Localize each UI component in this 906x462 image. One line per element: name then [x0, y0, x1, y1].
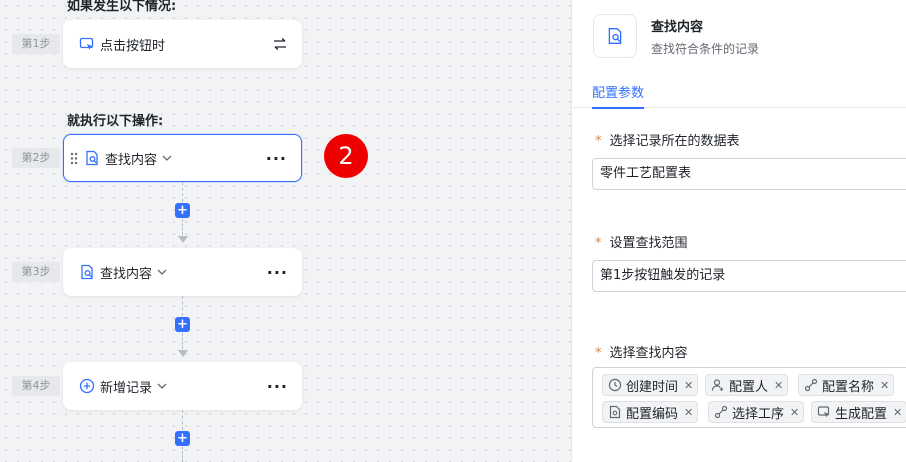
add-step-button[interactable]: + — [175, 431, 190, 446]
tag-config-code[interactable]: 配置编码 ✕ — [602, 401, 699, 423]
cursor-icon — [79, 36, 95, 52]
step-4-node[interactable]: 新增记录 ··· — [63, 362, 302, 410]
arrow-down-icon — [178, 350, 188, 357]
chevron-down-icon[interactable] — [157, 269, 167, 275]
range-field-label-text: 设置查找范围 — [609, 236, 688, 251]
required-mark: * — [595, 346, 602, 361]
more-icon[interactable]: ··· — [267, 263, 288, 282]
tag-config-person[interactable]: 配置人 ✕ — [705, 374, 789, 396]
step-3-node[interactable]: 查找内容 ··· — [63, 248, 302, 296]
step-4-title: 新增记录 — [100, 380, 153, 396]
link-icon — [804, 378, 818, 392]
required-mark: * — [595, 134, 602, 149]
tag-label: 配置名称 — [822, 379, 875, 395]
find-record-icon — [84, 150, 100, 166]
connector-line — [182, 182, 183, 202]
cursor-icon — [817, 405, 831, 419]
add-step-button[interactable]: + — [175, 203, 190, 218]
tag-config-name[interactable]: 配置名称 ✕ — [798, 374, 895, 396]
swap-icon[interactable] — [272, 37, 288, 51]
tag-label: 生成配置 — [835, 406, 888, 422]
link-icon — [714, 405, 728, 419]
config-panel: 查找内容 查找符合条件的记录 配置参数 * 选择记录所在的数据表 零件工艺配置表 … — [573, 0, 906, 462]
close-icon[interactable]: ✕ — [790, 406, 799, 419]
table-field-label-text: 选择记录所在的数据表 — [609, 134, 740, 149]
step-label-1: 第1步 — [12, 34, 60, 54]
step-2-node[interactable]: 查找内容 ··· — [63, 134, 302, 182]
chevron-down-icon[interactable] — [162, 155, 172, 161]
tag-select-process[interactable]: 选择工序 ✕ — [708, 401, 805, 423]
find-record-icon — [593, 14, 637, 58]
arrow-down-icon — [178, 236, 188, 243]
close-icon[interactable]: ✕ — [774, 379, 783, 392]
range-select[interactable]: 第1步按钮触发的记录 — [592, 260, 906, 292]
connector-line — [182, 333, 183, 349]
more-icon[interactable]: ··· — [266, 149, 287, 168]
content-tag-select[interactable]: 创建时间 ✕ 配置人 ✕ 配置名称 ✕ 配置编码 ✕ 选择工序 ✕ 生成配置 ✕ — [592, 367, 906, 428]
find-record-icon — [79, 264, 95, 280]
add-circle-icon — [79, 378, 95, 394]
person-icon — [711, 378, 725, 392]
doc-icon — [608, 405, 622, 419]
step-3-title: 查找内容 — [100, 266, 153, 282]
content-field-label: * 选择查找内容 — [595, 342, 688, 361]
table-select[interactable]: 零件工艺配置表 — [592, 158, 906, 190]
action-heading: 就执行以下操作: — [67, 114, 164, 129]
step-label-3: 第3步 — [12, 262, 60, 282]
table-field-label: * 选择记录所在的数据表 — [595, 130, 740, 149]
clock-icon — [608, 378, 622, 392]
step-1-title: 点击按钮时 — [100, 38, 166, 54]
tab-config-params[interactable]: 配置参数 — [592, 82, 645, 109]
content-field-label-text: 选择查找内容 — [609, 346, 688, 361]
step-1-node[interactable]: 点击按钮时 — [63, 20, 302, 68]
range-field-label: * 设置查找范围 — [595, 232, 688, 251]
panel-title: 查找内容 — [651, 20, 704, 35]
connector-line — [182, 219, 183, 235]
close-icon[interactable]: ✕ — [684, 406, 693, 419]
step-label-4: 第4步 — [12, 376, 60, 396]
tag-label: 创建时间 — [626, 379, 679, 395]
flow-canvas: 如果发生以下情况: 第1步 点击按钮时 就执行以下操作: 第2步 查找内容 ··… — [0, 0, 572, 462]
tag-created-time[interactable]: 创建时间 ✕ — [602, 374, 699, 396]
tag-label: 配置人 — [729, 379, 769, 395]
required-mark: * — [595, 236, 602, 251]
trigger-heading: 如果发生以下情况: — [67, 0, 177, 14]
connector-line — [182, 447, 183, 462]
drag-handle-icon[interactable] — [70, 152, 78, 165]
connector-line — [182, 410, 183, 430]
tag-label: 配置编码 — [626, 406, 679, 422]
close-icon[interactable]: ✕ — [880, 379, 889, 392]
tag-label: 选择工序 — [732, 406, 785, 422]
chevron-down-icon[interactable] — [157, 383, 167, 389]
tag-generate-config[interactable]: 生成配置 ✕ — [811, 401, 906, 423]
more-icon[interactable]: ··· — [267, 377, 288, 396]
panel-subtitle: 查找符合条件的记录 — [651, 42, 760, 56]
close-icon[interactable]: ✕ — [684, 379, 693, 392]
add-step-button[interactable]: + — [175, 317, 190, 332]
tab-bar: 配置参数 — [573, 80, 906, 109]
step-2-title: 查找内容 — [105, 152, 158, 168]
step-label-2: 第2步 — [12, 148, 60, 168]
connector-line — [182, 296, 183, 316]
callout-badge: 2 — [324, 134, 368, 178]
close-icon[interactable]: ✕ — [893, 406, 902, 419]
